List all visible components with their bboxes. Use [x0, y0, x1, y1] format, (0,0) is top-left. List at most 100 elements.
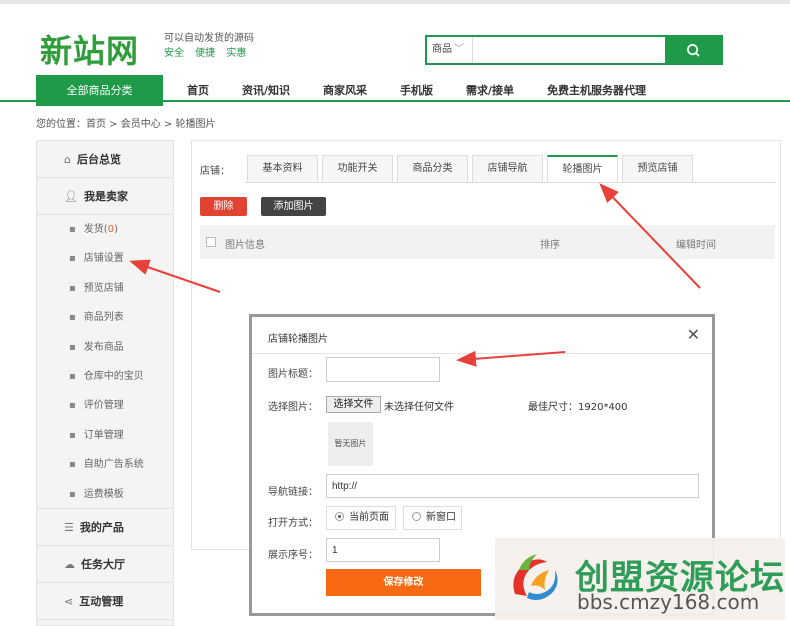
sidebar-item-reviews[interactable]: ▪ 评价管理: [37, 391, 173, 420]
site-header: 新站网 可以自动发货的源码 安全 便捷 实惠 商品 ﹀ 全部商品分类 首页 资讯/…: [0, 0, 790, 106]
sidebar-item-my-products[interactable]: ☰ 我的产品: [37, 509, 173, 546]
open-mode-label: 打开方式：: [268, 518, 318, 529]
nav-free-hosting[interactable]: 免费主机服务器代理: [547, 82, 646, 98]
nav-requests[interactable]: 需求/接单: [466, 82, 514, 98]
bullet-icon: ▪: [69, 282, 76, 294]
sidebar-item-label: 仓库中的宝贝: [83, 370, 144, 382]
search-bar: 商品 ﹀: [425, 35, 723, 65]
bullet-icon: ▪: [69, 429, 76, 441]
sidebar-item-label: 店铺设置: [83, 253, 124, 265]
user-icon: 👤︎: [64, 190, 78, 203]
bullet-icon: ▪: [69, 312, 76, 324]
sidebar-item-label: 预览店铺: [83, 282, 124, 294]
search-category-select[interactable]: 商品 ﹀: [427, 37, 473, 63]
search-input[interactable]: [475, 37, 663, 63]
bullet-icon: ▪: [69, 253, 76, 265]
sidebar-item-interaction[interactable]: ⋖ 互动管理: [37, 583, 173, 620]
sidebar: ⌂ 后台总览 👤︎ 我是卖家 ▪ 发货(0) ▪ 店铺设置 ▪ 预览店铺 ▪ 商品列表 ▪ 发…: [36, 140, 174, 626]
sidebar-item-label: 自助广告系统: [83, 459, 144, 471]
bullet-icon: ▪: [69, 459, 76, 471]
sidebar-item-label: 订单管理: [83, 429, 124, 441]
open-mode-current-page[interactable]: 当前页面: [326, 506, 396, 530]
close-icon[interactable]: ✕: [687, 325, 700, 344]
tab-product-categories[interactable]: 商品分类: [397, 155, 468, 183]
sidebar-item-product-list[interactable]: ▪ 商品列表: [37, 303, 173, 332]
bullet-icon: ▪: [69, 400, 76, 412]
sidebar-item-label: 我是卖家: [83, 190, 128, 203]
share-icon: ⋖: [64, 594, 74, 608]
bullet-icon: ▪: [69, 370, 76, 382]
sidebar-item-task-hall[interactable]: ☁ 任务大厅: [37, 546, 173, 583]
open-mode-option-label: 当前页面: [349, 512, 389, 523]
tab-feature-switches[interactable]: 功能开关: [322, 155, 393, 183]
search-category-label: 商品: [432, 44, 452, 55]
search-icon: [686, 44, 700, 57]
main-nav: 首页 资讯/知识 商家风采 手机版 需求/接单 免费主机服务器代理: [187, 82, 679, 98]
tab-basic-info[interactable]: 基本资料: [247, 155, 318, 183]
save-button[interactable]: 保存修改: [326, 569, 481, 596]
tab-carousel-images[interactable]: 轮播图片: [547, 155, 618, 183]
sidebar-item-label: 后台总览: [76, 153, 121, 166]
open-mode-option-label: 新窗口: [426, 512, 456, 523]
slogan-line-2: 安全 便捷 实惠: [164, 48, 247, 59]
image-preview-placeholder: 暂无图片: [328, 422, 373, 466]
sidebar-item-label: 发布商品: [83, 341, 124, 353]
all-categories-button[interactable]: 全部商品分类: [36, 75, 163, 106]
sidebar-item-preview-shop[interactable]: ▪ 预览店铺: [37, 274, 173, 303]
sidebar-item-ads[interactable]: ▪ 自助广告系统: [37, 450, 173, 479]
sidebar-item-label: 商品列表: [83, 312, 124, 324]
column-edit-time: 编辑时间: [676, 240, 716, 251]
sidebar-item-label: 我的产品: [79, 520, 124, 534]
bullet-icon: ▪: [69, 488, 76, 500]
sidebar-item-label: 发货(: [83, 224, 108, 235]
cloud-icon: ☁: [64, 557, 75, 571]
radio-checked-icon: [335, 512, 344, 521]
sidebar-item-shipping-template[interactable]: ▪ 运费模板: [37, 480, 173, 509]
add-image-button[interactable]: 添加图片: [261, 197, 326, 216]
forum-watermark: 创盟资源论坛 bbs.cmzy168.com: [495, 538, 785, 620]
choose-file-button[interactable]: 选择文件: [326, 396, 381, 413]
breadcrumb: 您的位置：首页 > 会员中心 > 轮播图片: [36, 119, 216, 130]
site-logo[interactable]: 新站网: [40, 26, 139, 72]
display-order-label: 展示序号：: [268, 550, 318, 561]
display-order-input[interactable]: [326, 538, 440, 562]
select-all-checkbox[interactable]: [206, 237, 216, 247]
tabs-label: 店铺：: [200, 166, 230, 177]
nav-link-input[interactable]: [326, 474, 699, 498]
slogan-line-1: 可以自动发货的源码: [164, 33, 254, 44]
sidebar-item-seller[interactable]: 👤︎ 我是卖家: [37, 178, 173, 215]
nav-link-label: 导航链接：: [268, 487, 318, 498]
dialog-title: 店铺轮播图片: [268, 334, 328, 345]
image-title-input[interactable]: [326, 357, 440, 382]
image-title-label: 图片标题：: [268, 369, 318, 380]
best-size-hint: 最佳尺寸：1920*400: [528, 402, 628, 413]
sidebar-item-publish-product[interactable]: ▪ 发布商品: [37, 333, 173, 362]
sidebar-item-dashboard[interactable]: ⌂ 后台总览: [37, 141, 173, 178]
column-order: 排序: [540, 240, 560, 251]
search-button[interactable]: [665, 37, 721, 63]
sidebar-item-shop-settings[interactable]: ▪ 店铺设置: [37, 244, 173, 273]
sidebar-item-label: 评价管理: [83, 400, 124, 412]
nav-mobile[interactable]: 手机版: [400, 82, 433, 98]
dialog-divider: [252, 353, 712, 354]
radio-unchecked-icon: [412, 512, 421, 521]
open-mode-new-window[interactable]: 新窗口: [403, 506, 462, 530]
column-image-info: 图片信息: [225, 240, 265, 251]
table-header: 图片信息 排序 编辑时间: [200, 225, 775, 259]
bullet-icon: ▪: [69, 341, 76, 353]
sidebar-item-shipping[interactable]: ▪ 发货(0): [37, 215, 173, 244]
tab-preview-shop[interactable]: 预览店铺: [622, 155, 693, 183]
delete-button[interactable]: 删除: [200, 197, 247, 216]
nav-merchants[interactable]: 商家风采: [323, 82, 367, 98]
select-image-label: 选择图片：: [268, 402, 318, 413]
sidebar-item-orders[interactable]: ▪ 订单管理: [37, 421, 173, 450]
sidebar-item-label: 运费模板: [83, 488, 124, 500]
sidebar-item-warehouse[interactable]: ▪ 仓库中的宝贝: [37, 362, 173, 391]
home-icon: ⌂: [64, 153, 71, 166]
bullet-icon: ▪: [69, 224, 76, 235]
forum-url: bbs.cmzy168.com: [577, 590, 760, 614]
sidebar-item-label: 任务大厅: [81, 557, 125, 571]
nav-home[interactable]: 首页: [187, 82, 209, 98]
nav-news[interactable]: 资讯/知识: [242, 82, 290, 98]
tab-shop-nav[interactable]: 店铺导航: [472, 155, 543, 183]
